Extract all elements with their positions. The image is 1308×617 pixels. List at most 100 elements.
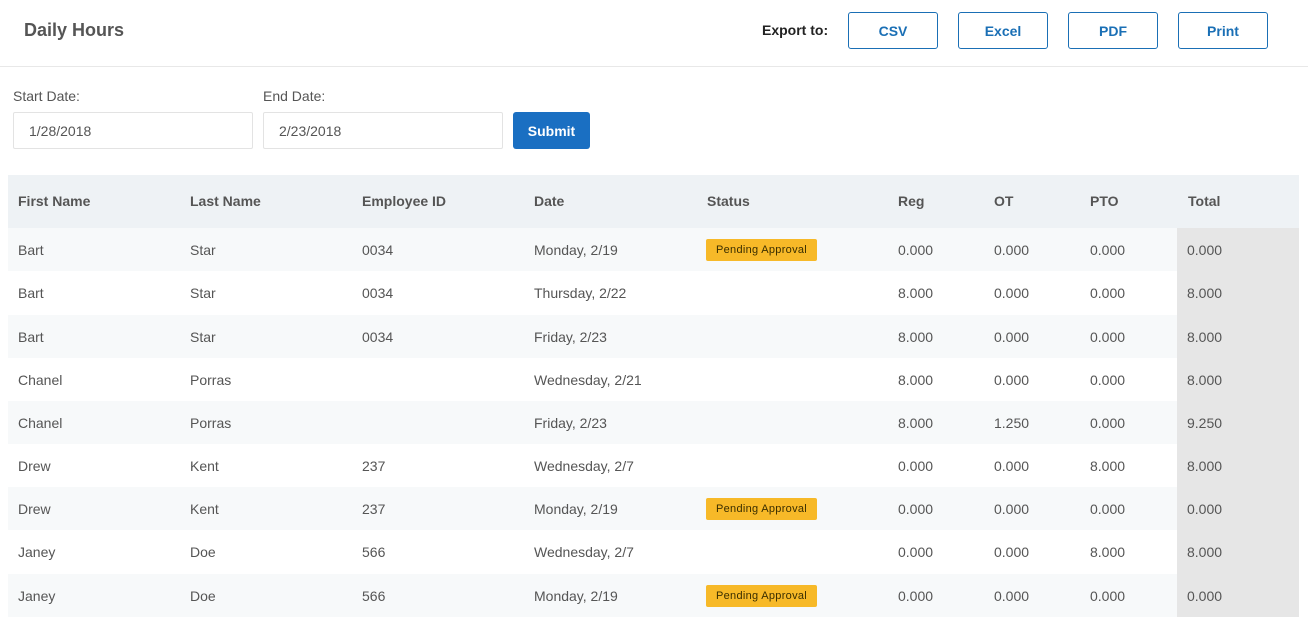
cell-first-name: Janey [18, 587, 56, 604]
cell-status: Pending Approval [706, 574, 818, 617]
cell-pto: 0.000 [1090, 414, 1126, 431]
daily-hours-table: First Name Last Name Employee ID Date St… [8, 175, 1299, 617]
page-header: Daily Hours Export to: CSV Excel PDF Pri… [0, 0, 1308, 67]
column-header-first-name[interactable]: First Name [18, 175, 90, 228]
cell-first-name: Bart [18, 241, 44, 258]
table-row: Bart Star 0034 Friday, 2/23 8.000 0.000 0.000 8… [8, 315, 1299, 358]
cell-first-name: Drew [18, 500, 51, 517]
table-row: Bart Star 0034 Thursday, 2/22 8.000 0.000 0.00… [8, 271, 1299, 315]
column-header-pto[interactable]: PTO [1090, 175, 1119, 228]
end-date-label: End Date: [263, 88, 326, 104]
cell-total: 0.000 [1177, 487, 1299, 530]
cell-pto: 0.000 [1090, 241, 1126, 258]
end-date-input[interactable] [263, 112, 503, 149]
cell-first-name: Janey [18, 544, 56, 560]
cell-date: Wednesday, 2/7 [534, 544, 634, 560]
cell-last-name: Star [190, 285, 216, 301]
table-body: Bart Star 0034 Monday, 2/19 0.000 0.000 0.000 P… [8, 228, 1299, 617]
cell-total: 0.000 [1177, 574, 1299, 617]
cell-date: Monday, 2/19 [534, 500, 618, 517]
cell-ot: 0.000 [994, 371, 1030, 388]
cell-reg: 8.000 [898, 285, 934, 301]
cell-last-name: Kent [190, 457, 219, 474]
cell-first-name: Drew [18, 457, 51, 474]
cell-total: 9.250 [1177, 401, 1299, 444]
table-row: Janey Doe 566 Monday, 2/19 0.000 0.000 0.000 Pe… [8, 574, 1299, 617]
cell-status: Pending Approval [706, 228, 818, 271]
cell-total: 8.000 [1177, 271, 1299, 315]
cell-ot: 0.000 [994, 285, 1030, 301]
cell-ot: 0.000 [994, 328, 1030, 345]
cell-status: Pending Approval [706, 487, 818, 530]
submit-button[interactable]: Submit [513, 112, 590, 149]
cell-first-name: Chanel [18, 371, 63, 388]
start-date-label: Start Date: [13, 88, 80, 104]
cell-total: 8.000 [1177, 444, 1299, 487]
cell-employee-id: 0034 [362, 328, 394, 345]
column-header-last-name[interactable]: Last Name [190, 175, 261, 228]
table-row: Chanel Porras Wednesday, 2/21 8.000 0.000 0.0… [8, 358, 1299, 401]
cell-ot: 0.000 [994, 544, 1030, 560]
status-badge: Pending Approval [706, 497, 818, 520]
cell-last-name: Porras [190, 414, 232, 431]
cell-last-name: Kent [190, 500, 219, 517]
export-excel-button[interactable]: Excel [958, 12, 1048, 49]
cell-date: Monday, 2/19 [534, 241, 618, 258]
cell-reg: 0.000 [898, 544, 934, 560]
cell-ot: 0.000 [994, 500, 1030, 517]
export-csv-button[interactable]: CSV [848, 12, 938, 49]
cell-employee-id: 566 [362, 544, 386, 560]
cell-ot: 1.250 [994, 414, 1030, 431]
cell-employee-id: 0034 [362, 241, 394, 258]
cell-reg: 0.000 [898, 457, 934, 474]
cell-total: 8.000 [1177, 358, 1299, 401]
cell-reg: 8.000 [898, 414, 934, 431]
column-header-ot[interactable]: OT [994, 175, 1013, 228]
cell-reg: 8.000 [898, 371, 934, 388]
table-row: Chanel Porras Friday, 2/23 8.000 1.250 0.000 9… [8, 401, 1299, 444]
cell-last-name: Star [190, 328, 216, 345]
cell-first-name: Bart [18, 285, 44, 301]
cell-first-name: Chanel [18, 414, 63, 431]
column-header-employee-id[interactable]: Employee ID [362, 175, 446, 228]
cell-pto: 8.000 [1090, 457, 1126, 474]
cell-pto: 0.000 [1090, 371, 1126, 388]
column-header-total[interactable]: Total [1188, 175, 1220, 228]
cell-ot: 0.000 [994, 587, 1030, 604]
column-header-reg[interactable]: Reg [898, 175, 924, 228]
cell-employee-id: 237 [362, 457, 386, 474]
cell-last-name: Doe [190, 587, 216, 604]
cell-date: Thursday, 2/22 [534, 285, 627, 301]
cell-ot: 0.000 [994, 457, 1030, 474]
table-row: Drew Kent 237 Monday, 2/19 0.000 0.000 0.000 Pe… [8, 487, 1299, 530]
cell-last-name: Star [190, 241, 216, 258]
cell-date: Wednesday, 2/21 [534, 371, 642, 388]
cell-employee-id: 566 [362, 587, 386, 604]
cell-reg: 0.000 [898, 241, 934, 258]
start-date-input[interactable] [13, 112, 253, 149]
table-row: Janey Doe 566 Wednesday, 2/7 0.000 0.000 8.000… [8, 530, 1299, 574]
cell-date: Wednesday, 2/7 [534, 457, 634, 474]
cell-employee-id: 0034 [362, 285, 394, 301]
cell-total: 8.000 [1177, 315, 1299, 358]
table-row: Drew Kent 237 Wednesday, 2/7 0.000 0.000 8.000… [8, 444, 1299, 487]
column-header-status[interactable]: Status [707, 175, 750, 228]
cell-date: Monday, 2/19 [534, 587, 618, 604]
cell-reg: 8.000 [898, 328, 934, 345]
cell-first-name: Bart [18, 328, 44, 345]
column-header-date[interactable]: Date [534, 175, 564, 228]
cell-pto: 8.000 [1090, 544, 1126, 560]
cell-ot: 0.000 [994, 241, 1030, 258]
cell-total: 0.000 [1177, 228, 1299, 271]
cell-last-name: Porras [190, 371, 232, 388]
cell-pto: 0.000 [1090, 328, 1126, 345]
export-pdf-button[interactable]: PDF [1068, 12, 1158, 49]
cell-reg: 0.000 [898, 587, 934, 604]
print-button[interactable]: Print [1178, 12, 1268, 49]
table-header: First Name Last Name Employee ID Date St… [8, 175, 1299, 228]
cell-pto: 0.000 [1090, 587, 1126, 604]
status-badge: Pending Approval [706, 238, 818, 261]
table-row: Bart Star 0034 Monday, 2/19 0.000 0.000 0.000 P… [8, 228, 1299, 271]
cell-date: Friday, 2/23 [534, 414, 607, 431]
page-title: Daily Hours [24, 20, 125, 40]
